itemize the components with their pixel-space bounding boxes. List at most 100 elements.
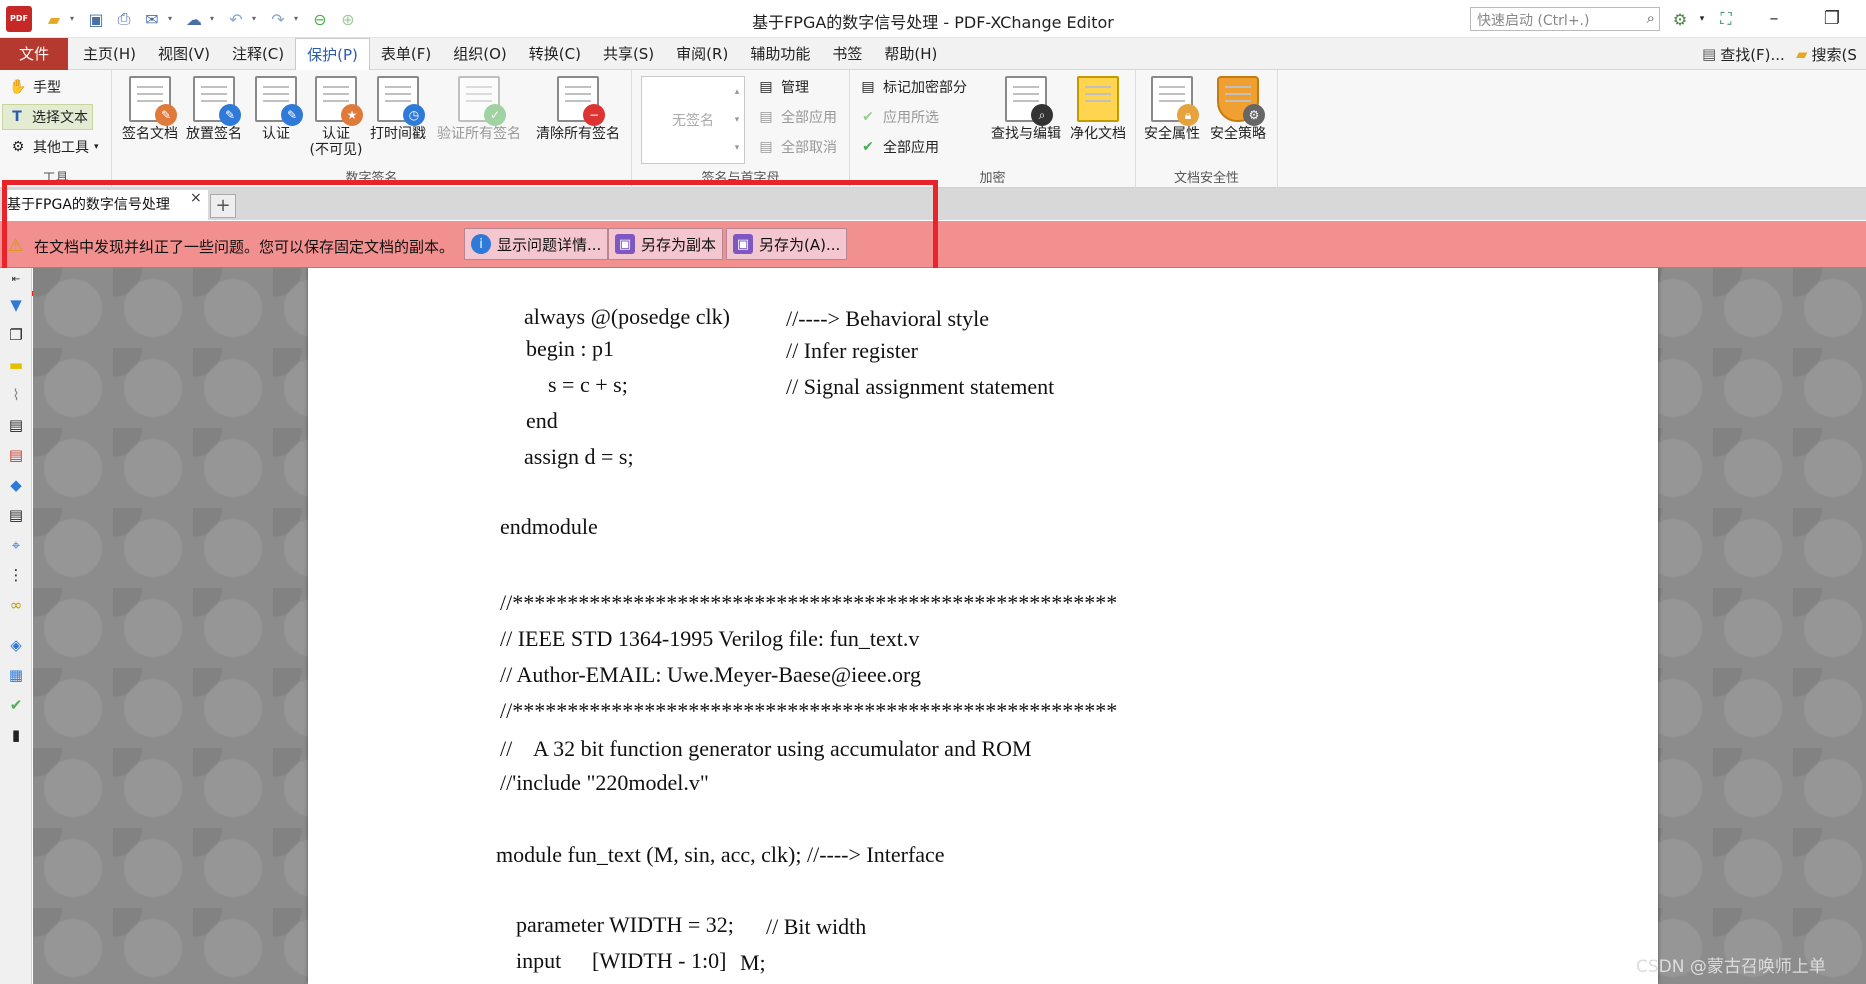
code-comment: // Bit width xyxy=(766,914,867,939)
certify-label: 认证 xyxy=(262,126,290,142)
document-tab[interactable]: 基于FPGA的数字信号处理 xyxy=(2,190,208,220)
cancel-all-sig-button[interactable]: ▤ 全部取消 xyxy=(752,134,841,160)
certify-invisible-label-1: 认证 xyxy=(322,126,350,142)
panel-collapse-icon[interactable]: ⇤ xyxy=(5,268,27,290)
verify-all-signatures-button[interactable]: ✓ 验证所有签名 xyxy=(434,76,524,142)
sanitize-label: 净化文档 xyxy=(1070,126,1126,142)
new-tab-button[interactable]: + xyxy=(210,194,236,218)
manage-button[interactable]: ▤ 管理 xyxy=(752,74,813,100)
menu-review[interactable]: 审阅(R) xyxy=(665,38,739,70)
menu-bookmarks[interactable]: 书签 xyxy=(821,38,873,70)
ribbon-group-redact: ▤ 标记加密部分 ✔ 应用所选 ✔ 全部应用 ⌕ 查找与编辑 净化文档 加密 xyxy=(850,70,1136,188)
manage-label: 管理 xyxy=(781,80,809,96)
menu-accessibility[interactable]: 辅助功能 xyxy=(739,38,821,70)
apply-all-redact-button[interactable]: ✔ 全部应用 xyxy=(854,134,943,160)
code-line: M; xyxy=(740,950,766,975)
settings-dropdown-icon[interactable]: ▾ xyxy=(1690,7,1714,31)
timestamp-label: 打时间戳 xyxy=(370,126,426,142)
ribbon-group-security: 🔒︎ 安全属性 ⚙ 安全策略 文档安全性 xyxy=(1136,70,1278,188)
maximize-button[interactable]: ❐ xyxy=(1810,6,1854,32)
security-props-label: 安全属性 xyxy=(1144,126,1200,142)
tree-icon[interactable]: ⋮ xyxy=(5,564,27,586)
sanitize-icon xyxy=(1077,76,1119,122)
code-comment: //----> Behavioral style xyxy=(786,306,990,331)
menu-tabs: 主页(H) 视图(V) 注释(C) 保护(P) 表单(F) 组织(O) 转换(C… xyxy=(72,38,948,70)
apply-all-sig-button[interactable]: ▤ 全部应用 xyxy=(752,104,841,130)
timestamp-button[interactable]: ◷ 打时间戳 xyxy=(366,76,430,142)
file-menu-button[interactable]: 文件 xyxy=(0,38,68,70)
code-line: parameter WIDTH = 32; xyxy=(516,912,734,937)
pdf-page[interactable]: always @(posedge clk) //----> Behavioral… xyxy=(308,268,1658,984)
menu-comment[interactable]: 注释(C) xyxy=(221,38,295,70)
menu-view[interactable]: 视图(V) xyxy=(147,38,221,70)
output-icon[interactable]: ▮ xyxy=(5,724,27,746)
save-copy-label: 另存为副本 xyxy=(641,235,717,254)
links-icon[interactable]: ∞ xyxy=(5,594,27,616)
save-copy-button[interactable]: ▣ 另存为副本 xyxy=(608,228,724,260)
code-line: assign d = s; xyxy=(524,444,634,469)
minimize-button[interactable]: – xyxy=(1752,6,1796,32)
menu-convert[interactable]: 转换(C) xyxy=(518,38,592,70)
menu-organize[interactable]: 组织(O) xyxy=(442,38,518,70)
place-signature-button[interactable]: ✎ 放置签名 xyxy=(182,76,246,142)
ribbon: ✋ 手型 T 选择文本 ⚙ 其他工具 ▾ 工具 ✎ 签名文档 ✎ 放置签名 ✎ … xyxy=(0,70,1866,188)
content-icon[interactable]: ▤ xyxy=(5,414,27,436)
menu-protect[interactable]: 保护(P) xyxy=(295,38,370,70)
tab-close-icon[interactable]: × xyxy=(190,190,202,206)
code-line: input xyxy=(516,948,562,973)
security-properties-button[interactable]: 🔒︎ 安全属性 xyxy=(1140,76,1204,142)
bookmarks-icon[interactable]: ▼ xyxy=(5,294,27,316)
find-button[interactable]: ▤ 查找(F)... xyxy=(1702,38,1785,70)
sign-document-button[interactable]: ✎ 签名文档 xyxy=(118,76,182,142)
left-side-panel: ⇤ ▼ ❐ ▬ ⌇ ▤ ▤ ◆ ▤ ⌖ ⋮ ∞ ◈ ▦ ✔ ▮ xyxy=(0,268,32,984)
comments-icon[interactable]: ▬ xyxy=(5,354,27,376)
structure-icon[interactable]: ▦ xyxy=(5,664,27,686)
signature-gallery[interactable]: 无签名 xyxy=(641,76,745,164)
security-policy-label: 安全策略 xyxy=(1210,126,1266,142)
ribbon-group-tools: ✋ 手型 T 选择文本 ⚙ 其他工具 ▾ 工具 xyxy=(0,70,112,188)
code-line: begin : p1 xyxy=(526,336,614,361)
signatures-panel-icon[interactable]: ▤ xyxy=(5,444,27,466)
other-tools-button[interactable]: ⚙ 其他工具 ▾ xyxy=(4,134,103,160)
hand-tool-button[interactable]: ✋ 手型 xyxy=(4,74,65,100)
code-line: end xyxy=(526,408,558,433)
menu-home[interactable]: 主页(H) xyxy=(72,38,147,70)
show-details-button[interactable]: i 显示问题详情... xyxy=(464,228,609,260)
search-button[interactable]: ▰ 搜索(S xyxy=(1796,38,1857,70)
find-edit-icon: ⌕ xyxy=(1005,76,1053,126)
apply-selected-button[interactable]: ✔ 应用所选 xyxy=(854,104,943,130)
apply-all-redact-icon: ✔ xyxy=(862,139,874,155)
settings-icon[interactable]: ⚙ xyxy=(1668,7,1692,31)
mark-redaction-button[interactable]: ▤ 标记加密部分 xyxy=(854,74,971,100)
quick-launch-input[interactable]: 快速启动 (Ctrl+.) ⌕ xyxy=(1470,7,1660,31)
security-policy-button[interactable]: ⚙ 安全策略 xyxy=(1206,76,1270,142)
code-line: endmodule xyxy=(500,514,598,539)
find-label: 查找(F)... xyxy=(1720,45,1785,64)
clear-all-signatures-button[interactable]: − 清除所有签名 xyxy=(530,76,626,142)
certify-button[interactable]: ✎ 认证 xyxy=(244,76,308,142)
save-as-button[interactable]: ▣ 另存为(A)... xyxy=(726,228,848,260)
select-text-button[interactable]: T 选择文本 xyxy=(2,104,93,130)
fields-icon[interactable]: ▤ xyxy=(5,504,27,526)
sanitize-button[interactable]: 净化文档 xyxy=(1064,76,1132,142)
tags-icon[interactable]: ◈ xyxy=(5,634,27,656)
layers-icon[interactable]: ◆ xyxy=(5,474,27,496)
place-signature-icon: ✎ xyxy=(193,76,241,126)
destinations-icon[interactable]: ⌖ xyxy=(5,534,27,556)
code-line: [WIDTH - 1:0] xyxy=(592,948,727,973)
csdn-watermark: CSDN @蒙古召唤师上单 xyxy=(1636,957,1826,977)
manage-icon: ▤ xyxy=(759,79,773,95)
pages-icon[interactable]: ❐ xyxy=(5,324,27,346)
menu-share[interactable]: 共享(S) xyxy=(592,38,665,70)
menu-help[interactable]: 帮助(H) xyxy=(873,38,948,70)
verify-panel-icon[interactable]: ✔ xyxy=(5,694,27,716)
attachments-icon[interactable]: ⌇ xyxy=(5,384,27,406)
certify-invisible-button[interactable]: ★ 认证 (不可见) xyxy=(304,76,368,158)
timestamp-icon: ◷ xyxy=(377,76,425,126)
document-viewport[interactable]: always @(posedge clk) //----> Behavioral… xyxy=(33,268,1866,984)
signature-gallery-scroll[interactable]: ▴ ▾ ▾ xyxy=(731,78,743,162)
fullscreen-icon[interactable]: ⛶ xyxy=(1714,7,1738,31)
find-and-edit-button[interactable]: ⌕ 查找与编辑 xyxy=(986,76,1066,142)
menu-form[interactable]: 表单(F) xyxy=(370,38,442,70)
search-icon[interactable]: ⌕ xyxy=(1647,9,1655,27)
